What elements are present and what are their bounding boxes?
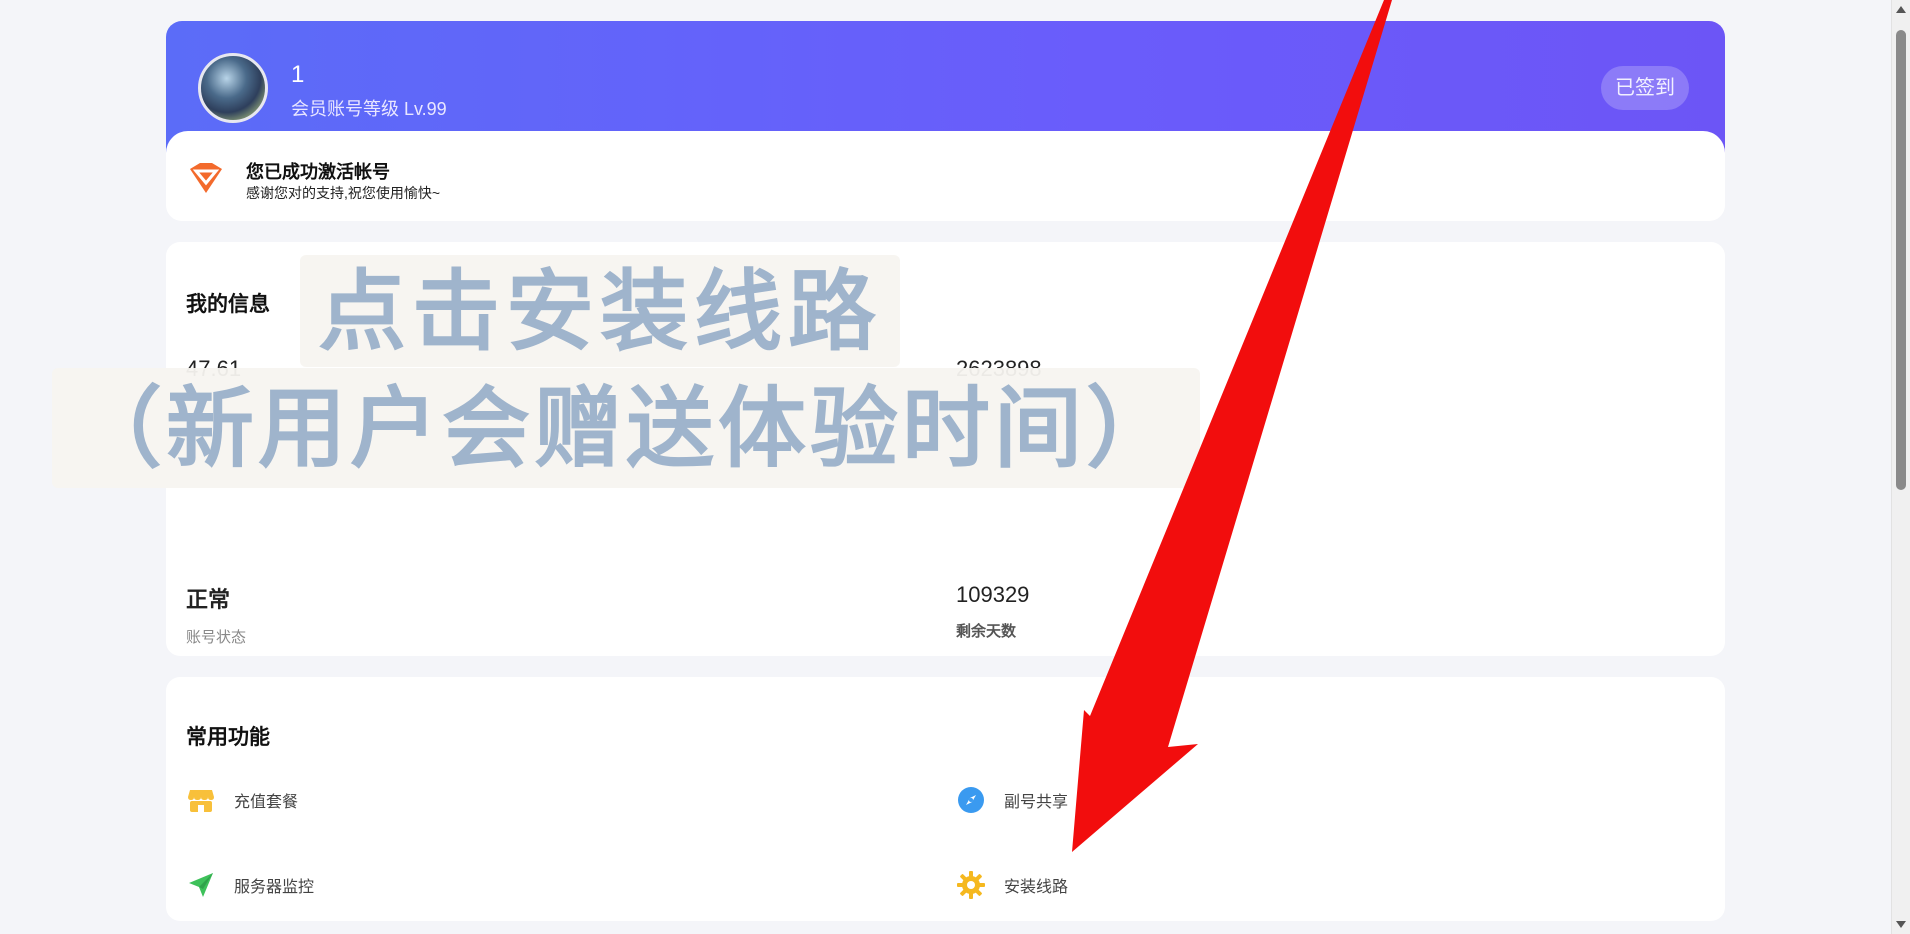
stat-value: 正常	[186, 587, 231, 612]
my-info-title: 我的信息	[186, 293, 270, 316]
func-label: 安装线路	[1004, 879, 1069, 896]
page-container: 1 会员账号等级 Lv.99 已签到 您已成功激活帐号 感谢您对的支持,祝您使用…	[166, 21, 1725, 921]
stat-account-status: 正常 账号状态	[186, 582, 246, 647]
user-name: 1	[291, 61, 305, 88]
stat-value: 109329	[956, 582, 1030, 607]
header-white-panel	[166, 131, 1725, 221]
common-functions-card: 常用功能 充值套餐 副号共享 服务器监控 安装线路	[166, 677, 1725, 921]
overlay-instruction-line2: （新用户会赠送体验时间）	[52, 368, 1201, 488]
func-server-monitor[interactable]: 服务器监控	[186, 870, 314, 900]
gear-icon	[956, 870, 986, 900]
scroll-up-icon[interactable]	[1896, 6, 1906, 13]
func-label: 服务器监控	[234, 879, 315, 896]
scroll-down-icon[interactable]	[1896, 921, 1906, 928]
diamond-icon	[190, 163, 222, 193]
activated-title: 您已成功激活帐号	[246, 162, 390, 182]
checkin-button[interactable]: 已签到	[1601, 66, 1689, 110]
store-icon	[186, 785, 216, 815]
func-sub-account-share[interactable]: 副号共享	[956, 785, 1068, 815]
stat-remaining-days: 109329 剩余天数	[956, 582, 1029, 641]
func-recharge[interactable]: 充值套餐	[186, 785, 298, 815]
stat-label: 剩余天数	[956, 623, 1017, 640]
vertical-scrollbar[interactable]	[1891, 0, 1910, 934]
paper-plane-icon	[186, 870, 216, 900]
compass-icon	[956, 785, 986, 815]
user-level: 会员账号等级 Lv.99	[291, 99, 447, 119]
activated-subtitle: 感谢您对的支持,祝您使用愉快~	[246, 185, 441, 201]
stat-label: 账号状态	[186, 629, 247, 646]
func-label: 副号共享	[1004, 794, 1069, 811]
scrollbar-thumb[interactable]	[1896, 30, 1906, 490]
overlay-instruction-line1: 点击安装线路	[300, 255, 901, 367]
avatar[interactable]	[198, 53, 268, 123]
func-install-route[interactable]: 安装线路	[956, 870, 1068, 900]
func-label: 充值套餐	[234, 794, 299, 811]
common-functions-title: 常用功能	[186, 726, 270, 749]
user-header-card: 1 会员账号等级 Lv.99 已签到 您已成功激活帐号 感谢您对的支持,祝您使用…	[166, 21, 1725, 221]
